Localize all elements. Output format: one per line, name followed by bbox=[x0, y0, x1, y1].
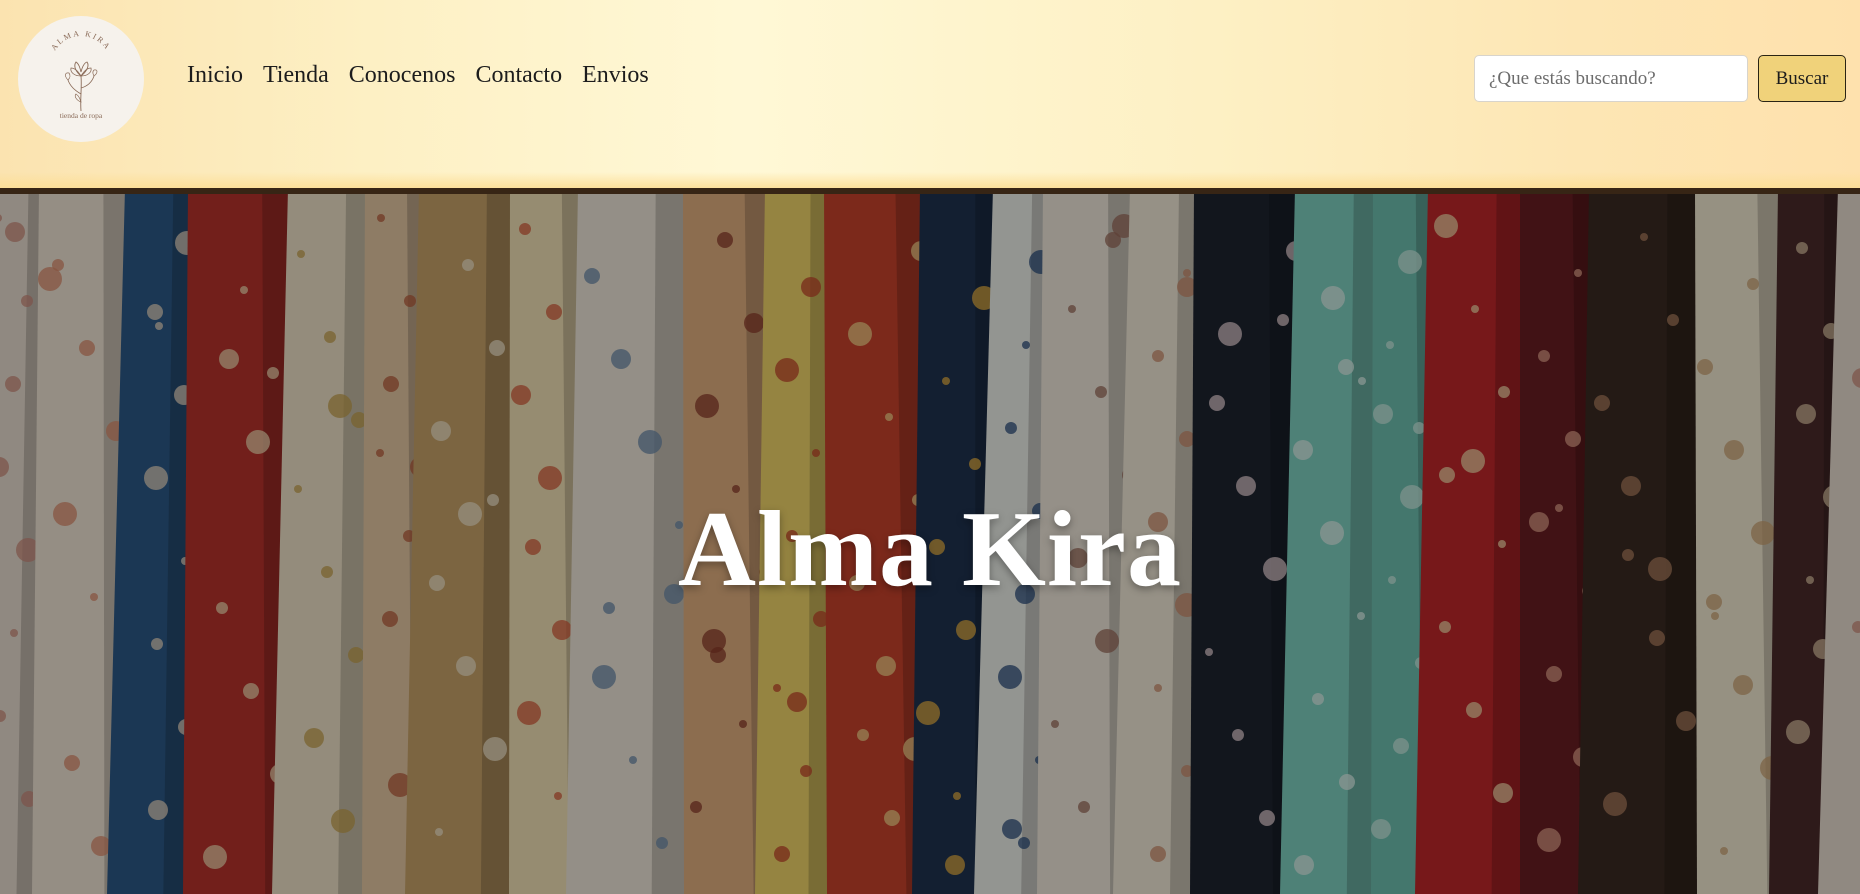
brand-logo[interactable]: ALMA KIRA tienda de ropa bbox=[18, 16, 144, 142]
search-form: Buscar bbox=[1474, 55, 1846, 102]
svg-text:ALMA KIRA: ALMA KIRA bbox=[49, 29, 112, 52]
hero-title: Alma Kira bbox=[678, 490, 1182, 609]
logo-top-text: ALMA KIRA bbox=[49, 29, 110, 52]
search-input[interactable] bbox=[1474, 55, 1748, 102]
flower-logo-icon: ALMA KIRA tienda de ropa bbox=[49, 29, 112, 120]
logo-bottom-text: tienda de ropa bbox=[60, 111, 103, 120]
navbar: ALMA KIRA tienda de ropa Inicio Tienda C… bbox=[0, 0, 1860, 188]
nav-link-envios[interactable]: Envios bbox=[582, 59, 649, 91]
nav-link-conocenos[interactable]: Conocenos bbox=[349, 59, 456, 91]
nav-link-tienda[interactable]: Tienda bbox=[263, 59, 329, 91]
nav-link-inicio[interactable]: Inicio bbox=[187, 59, 243, 91]
main-nav: Inicio Tienda Conocenos Contacto Envios bbox=[187, 59, 649, 91]
nav-link-contacto[interactable]: Contacto bbox=[475, 59, 562, 91]
search-button[interactable]: Buscar bbox=[1758, 55, 1846, 102]
hero-banner: Alma Kira bbox=[0, 188, 1860, 894]
